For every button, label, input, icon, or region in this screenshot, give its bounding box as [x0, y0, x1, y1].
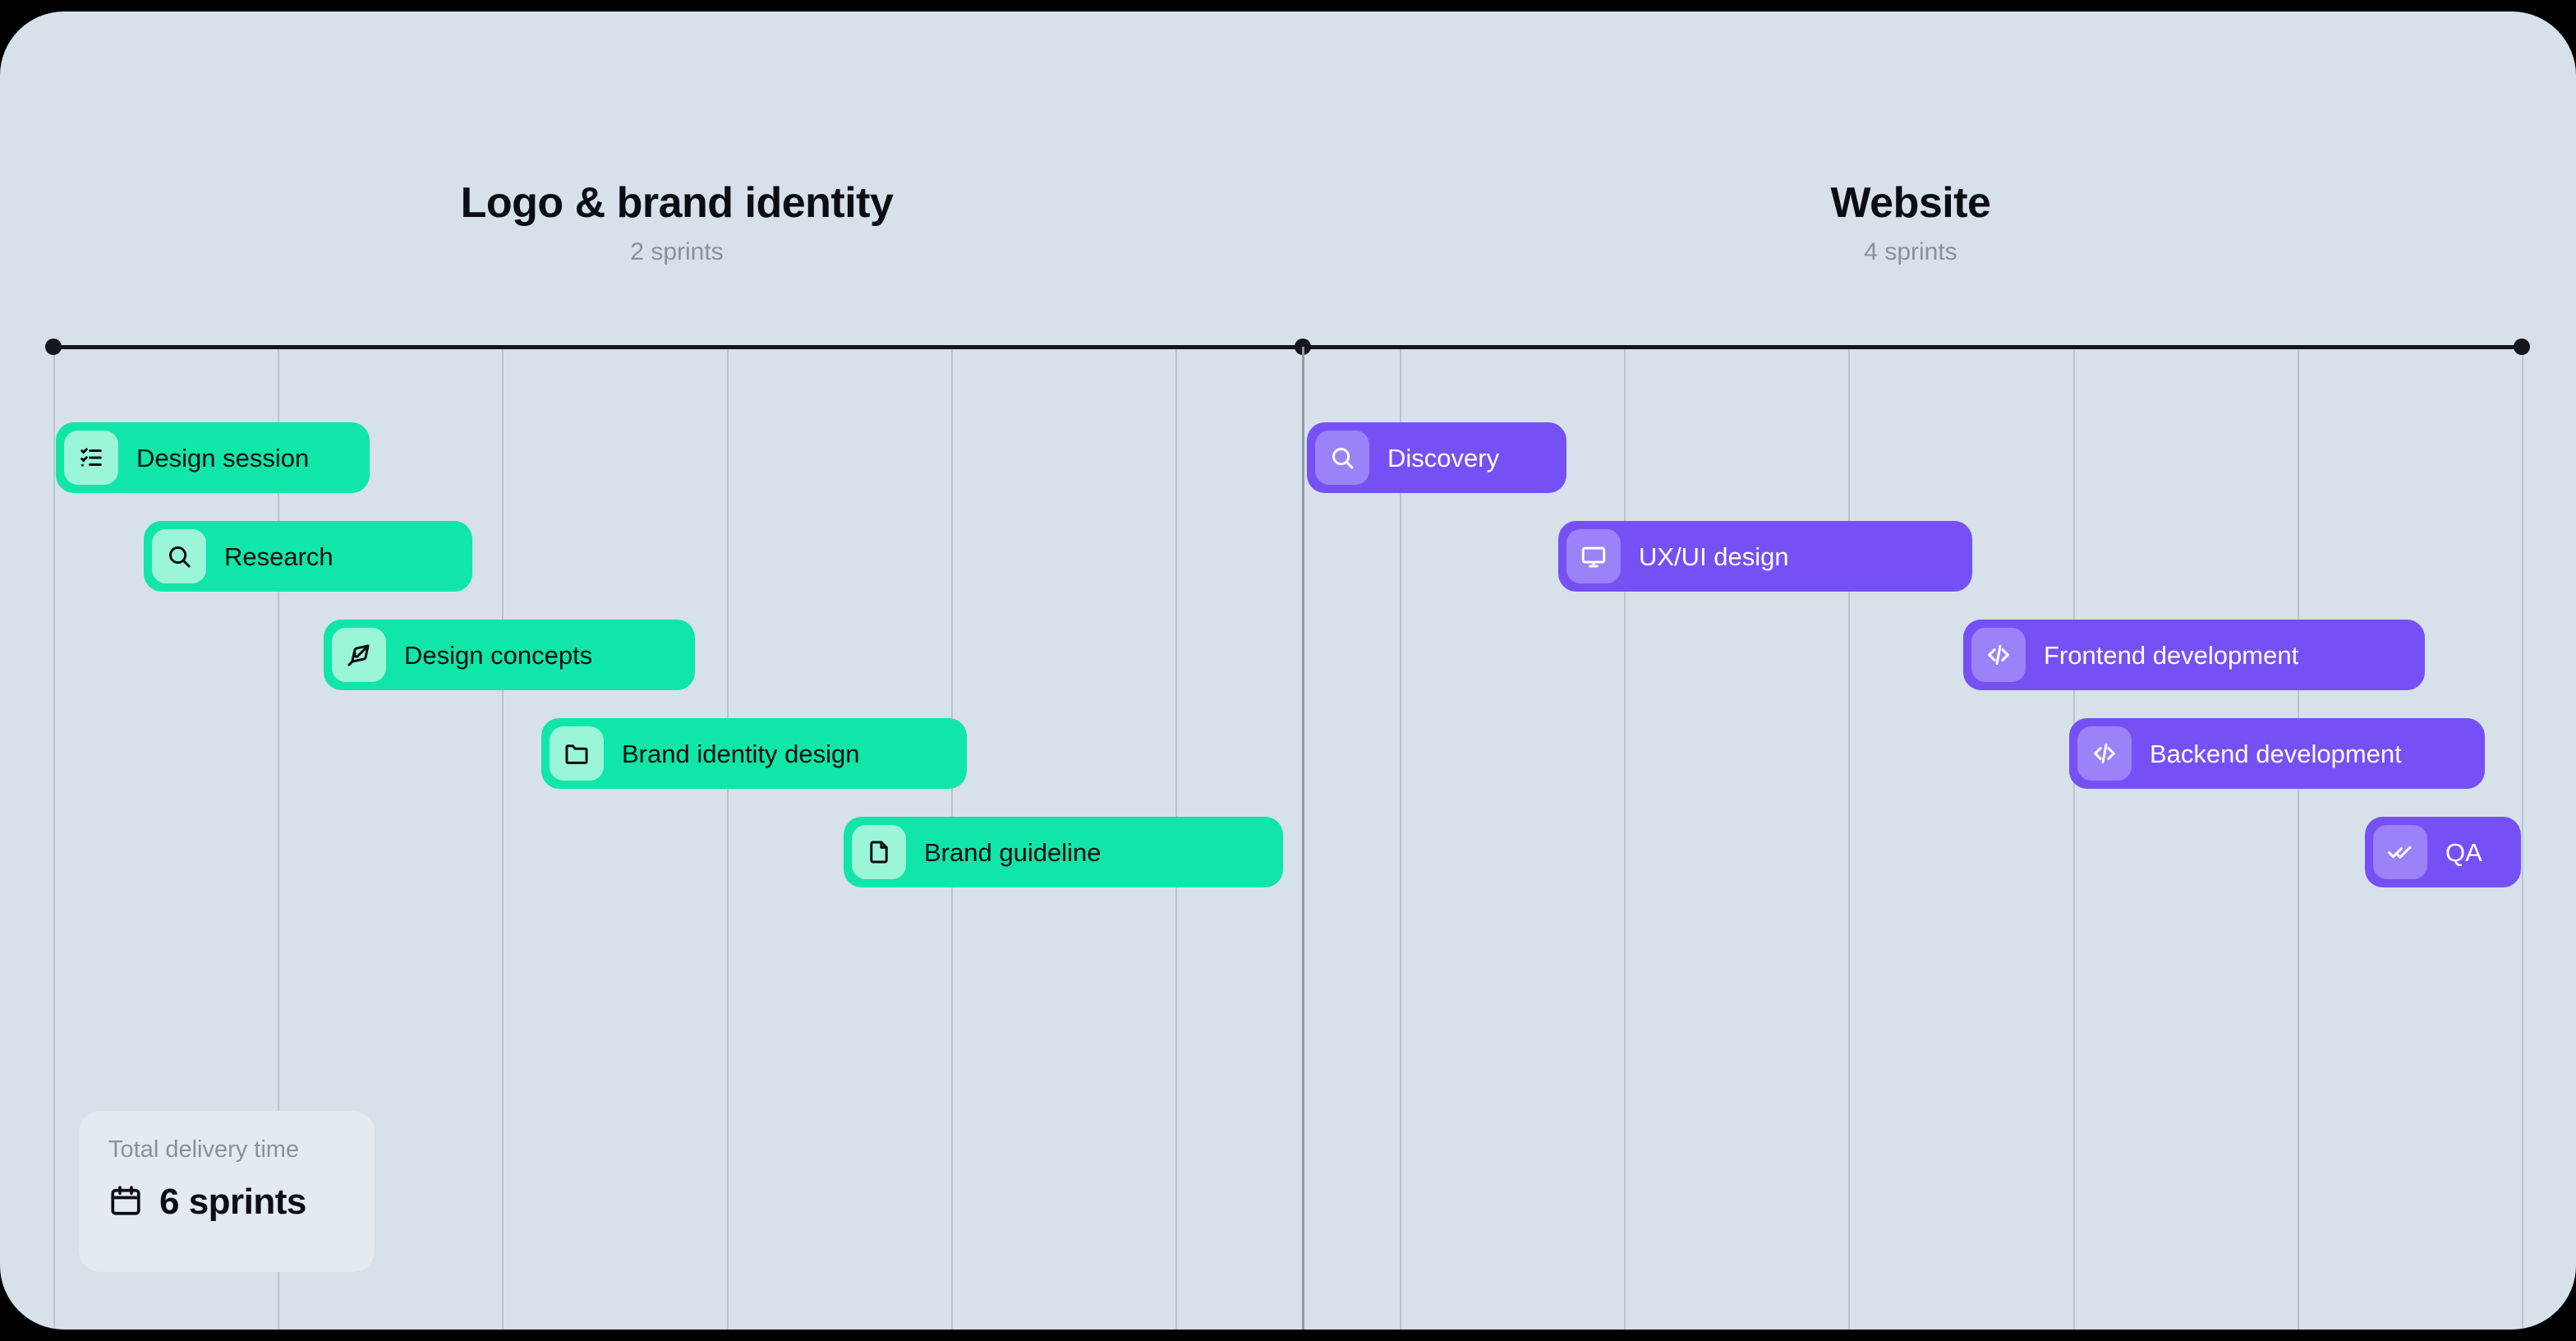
group-title-logo-brand-identity: Logo & brand identity — [460, 179, 894, 227]
task-label: Design concepts — [404, 640, 593, 670]
task-label: Brand guideline — [924, 837, 1102, 867]
total-delivery-value-row: 6 sprints — [108, 1183, 345, 1222]
gridline-3 — [727, 347, 729, 1329]
gridline-11 — [2522, 347, 2523, 1329]
folder-icon — [550, 726, 604, 781]
task-label: QA — [2445, 837, 2482, 867]
document-icon — [852, 825, 906, 879]
task-bar[interactable]: Discovery — [1307, 422, 1566, 493]
task-label: Design session — [136, 443, 310, 472]
calendar-icon — [108, 1183, 143, 1222]
timeline-gridlines — [0, 347, 2576, 1329]
group-title-website: Website — [1830, 179, 1991, 227]
group-header-website: Website 4 sprints — [1500, 179, 2321, 266]
task-bar[interactable]: Backend development — [2069, 718, 2485, 789]
code-icon — [2077, 726, 2132, 781]
task-label: Discovery — [1387, 443, 1500, 472]
task-bar[interactable]: Design session — [56, 422, 370, 493]
task-label: Backend development — [2150, 739, 2402, 768]
total-delivery-card: Total delivery time 6 sprints — [79, 1111, 375, 1272]
pen-nib-icon — [332, 628, 386, 682]
gridline-7 — [1624, 347, 1626, 1329]
axis-start-marker — [45, 339, 62, 355]
gridline-0 — [53, 347, 55, 1329]
total-delivery-value: 6 sprints — [159, 1182, 306, 1223]
task-bar[interactable]: QA — [2365, 817, 2521, 887]
search-icon — [1315, 431, 1369, 485]
group-subtitle-website: 4 sprints — [1864, 238, 1957, 266]
task-bar[interactable]: Research — [144, 521, 472, 592]
gridline-9 — [2073, 347, 2075, 1329]
task-label: Research — [224, 541, 334, 571]
axis-end-marker — [2514, 339, 2530, 355]
timeline-canvas: Logo & brand identity 2 sprints Website 4 s… — [0, 12, 2576, 1329]
double-check-icon — [2373, 825, 2427, 879]
group-header-logo-brand-identity: Logo & brand identity 2 sprints — [266, 179, 1088, 266]
code-icon — [1971, 628, 2026, 682]
gridline-2 — [502, 347, 504, 1329]
gridline-10 — [2298, 347, 2299, 1329]
search-icon — [152, 529, 206, 583]
task-bar[interactable]: UX/UI design — [1558, 521, 1972, 592]
task-bar[interactable]: Brand identity design — [541, 718, 967, 789]
task-label: UX/UI design — [1639, 541, 1789, 571]
task-label: Frontend development — [2044, 640, 2299, 670]
monitor-icon — [1566, 529, 1621, 583]
task-label: Brand identity design — [622, 739, 860, 768]
gridline-6 — [1400, 347, 1401, 1329]
total-delivery-label: Total delivery time — [108, 1136, 300, 1163]
task-bar[interactable]: Brand guideline — [844, 817, 1283, 887]
gridline-8 — [1848, 347, 1850, 1329]
checklist-icon — [64, 431, 118, 485]
group-divider — [1302, 347, 1304, 1329]
task-bar[interactable]: Design concepts — [324, 620, 695, 690]
timeline-axis — [53, 345, 2522, 349]
group-subtitle-logo-brand-identity: 2 sprints — [630, 238, 724, 266]
task-bar[interactable]: Frontend development — [1963, 620, 2425, 690]
